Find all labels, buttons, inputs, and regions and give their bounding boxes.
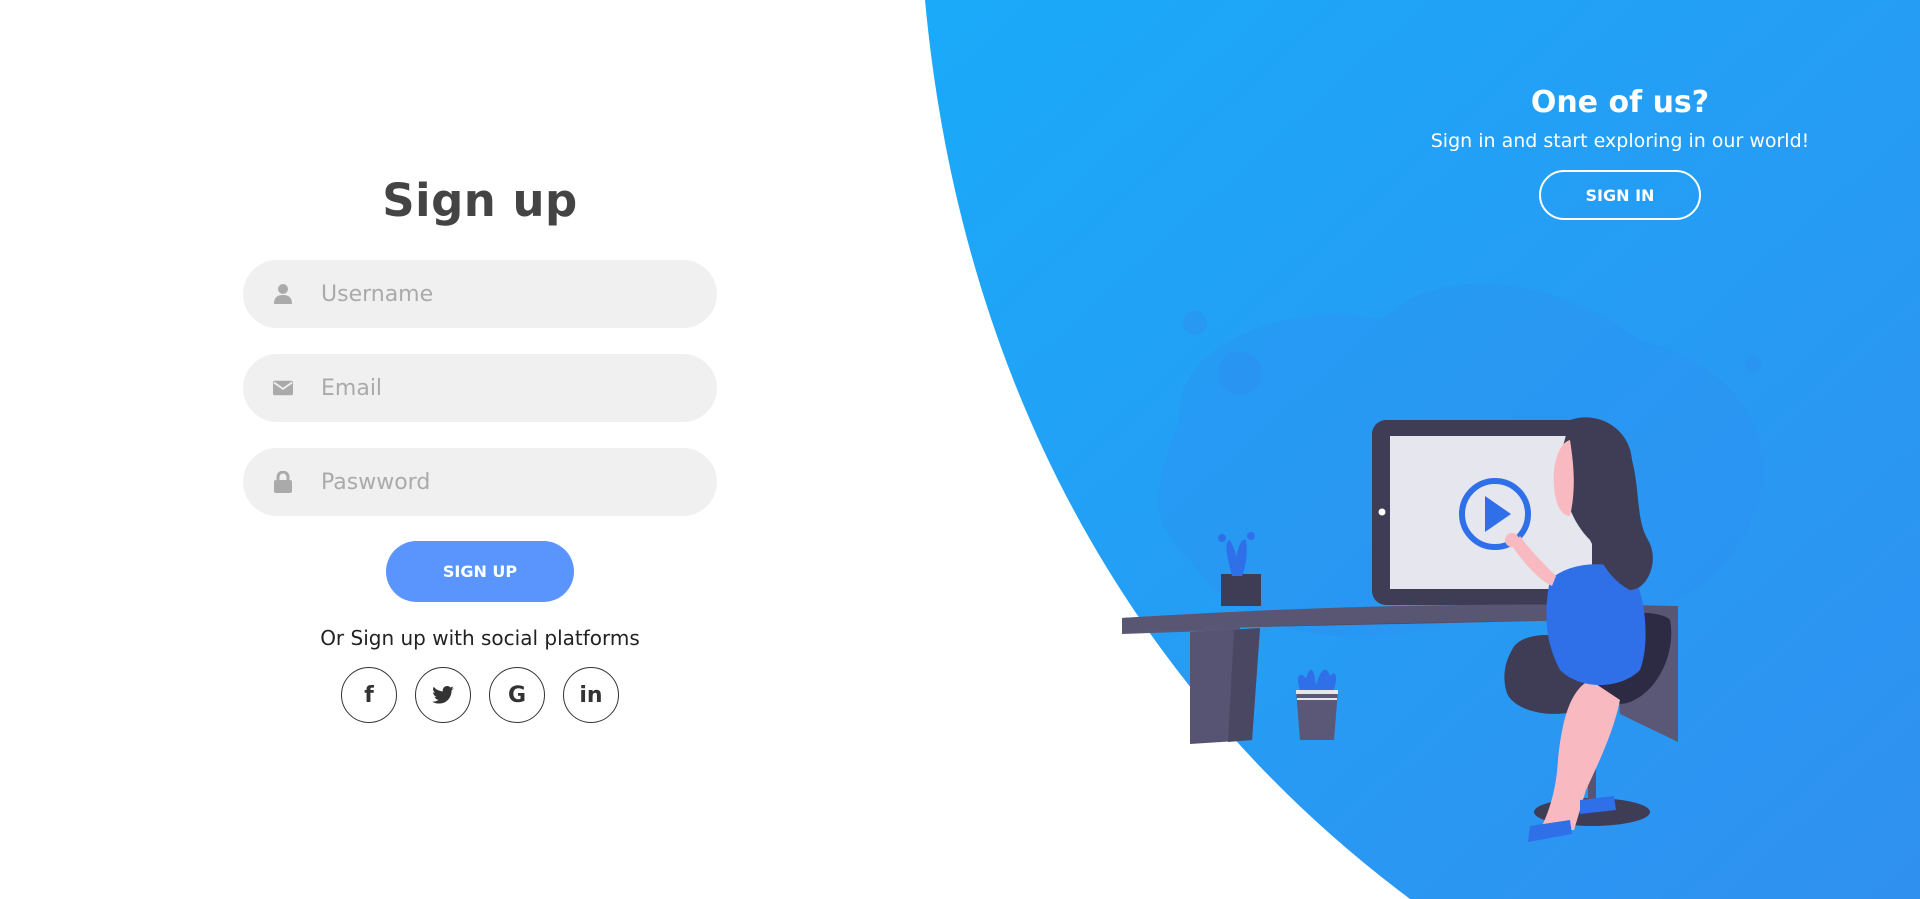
twitter-button[interactable] <box>415 667 471 723</box>
panel-title: One of us? <box>1530 85 1710 120</box>
desk-illustration <box>1122 417 1678 842</box>
email-input[interactable] <box>319 374 683 402</box>
lock-icon <box>273 471 293 493</box>
linkedin-icon: in <box>579 682 603 708</box>
signin-panel: One of us? Sign in and start exploring i… <box>1400 82 1840 220</box>
linkedin-button[interactable]: in <box>563 667 619 723</box>
username-field[interactable] <box>243 260 717 328</box>
social-buttons: f G in <box>341 667 619 723</box>
password-field[interactable] <box>243 448 717 516</box>
signup-button[interactable]: SIGN UP <box>386 541 574 602</box>
signup-title: Sign up <box>382 174 578 227</box>
email-field[interactable] <box>243 354 717 422</box>
twitter-icon <box>432 686 454 704</box>
facebook-button[interactable]: f <box>341 667 397 723</box>
signup-form: Sign up SIGN UP Or Sign up with social p… <box>243 170 717 723</box>
panel-subtitle: Sign in and start exploring in our world… <box>1430 130 1810 152</box>
facebook-icon: f <box>364 682 374 708</box>
google-icon: G <box>507 682 527 708</box>
google-button[interactable]: G <box>489 667 545 723</box>
username-input[interactable] <box>319 280 683 308</box>
password-input[interactable] <box>319 468 683 496</box>
envelope-icon <box>273 378 293 398</box>
user-icon <box>273 284 293 304</box>
signin-button[interactable]: SIGN IN <box>1539 170 1701 220</box>
social-text: Or Sign up with social platforms <box>320 626 640 650</box>
